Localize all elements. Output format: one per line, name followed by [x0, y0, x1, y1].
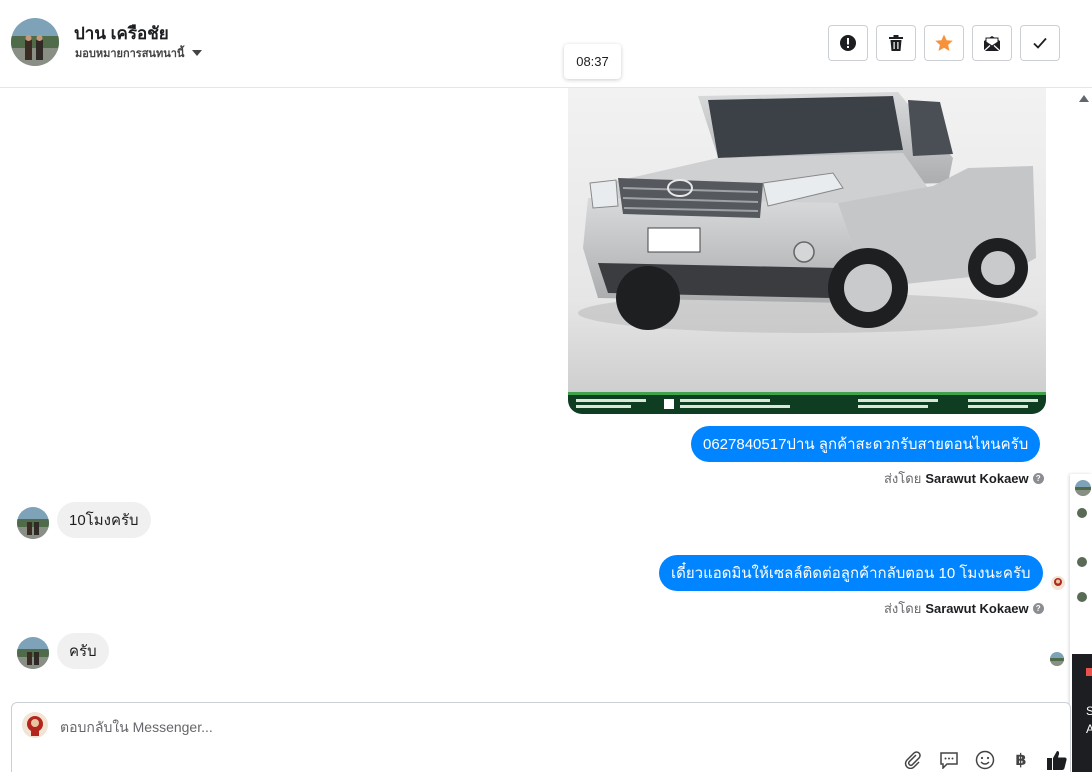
sender-name: Sarawut Kokaew — [925, 601, 1029, 616]
baht-icon: ฿ — [1015, 752, 1027, 769]
conversation-header: ปาน เครือชัย มอบหมายการสนทนานี้ — [0, 0, 1092, 88]
payment-button[interactable]: ฿ — [1010, 749, 1032, 771]
envelope-icon — [983, 36, 1001, 52]
side-panel-avatar[interactable] — [1075, 480, 1091, 496]
chat-bubble-icon — [940, 752, 958, 769]
contact-avatar-small[interactable] — [17, 507, 49, 539]
message-bubble-outgoing[interactable]: เดี๋ยวแอดมินให้เซลล์ติดต่อลูกค้ากลับตอน … — [659, 555, 1043, 591]
message-bubble-incoming[interactable]: 10โมงครับ — [57, 502, 151, 538]
sent-by-prefix: ส่งโดย — [884, 471, 922, 486]
message-thread[interactable]: 0627840517ปาน ลูกค้าสะดวกรับสายตอนไหนครั… — [0, 88, 1072, 700]
reply-composer: ฿ — [11, 702, 1071, 772]
side-panel-avatar[interactable] — [1077, 557, 1087, 567]
help-icon[interactable]: ? — [1032, 473, 1044, 484]
flag-icon — [1086, 668, 1092, 676]
thumbs-up-icon — [1047, 751, 1067, 770]
side-panel-text-1: S — [1086, 704, 1092, 718]
like-button[interactable] — [1046, 749, 1068, 771]
delete-button[interactable] — [876, 25, 916, 61]
paperclip-icon — [904, 751, 921, 769]
contact-avatar-small[interactable] — [17, 637, 49, 669]
side-panel-avatar[interactable] — [1077, 592, 1087, 602]
message-bubble-incoming[interactable]: ครับ — [57, 633, 109, 669]
side-panel-text-2: A — [1086, 722, 1092, 736]
composer-tools: ฿ — [902, 749, 1068, 771]
car-photo-attachment[interactable] — [568, 88, 1046, 414]
side-panel-dark-card[interactable]: S A — [1072, 654, 1092, 772]
check-icon — [1033, 37, 1047, 49]
conversation-toolbar — [828, 25, 1060, 61]
page-avatar — [22, 712, 48, 738]
star-button[interactable] — [924, 25, 964, 61]
saved-replies-button[interactable] — [938, 749, 960, 771]
contact-avatar[interactable] — [11, 18, 59, 66]
timestamp-tooltip: 08:37 — [564, 44, 621, 79]
caret-down-icon — [192, 50, 203, 56]
trash-icon — [889, 35, 903, 51]
emoji-button[interactable] — [974, 749, 996, 771]
star-icon — [935, 34, 953, 51]
assign-label: มอบหมายการสนทนานี้ — [75, 48, 185, 60]
reply-input[interactable] — [60, 717, 760, 737]
assign-conversation-dropdown[interactable]: มอบหมายการสนทนานี้ — [75, 44, 203, 62]
sent-by-prefix: ส่งโดย — [884, 601, 922, 616]
sent-by-label: ส่งโดย Sarawut Kokaew ? — [884, 468, 1044, 489]
sent-by-label: ส่งโดย Sarawut Kokaew ? — [884, 598, 1044, 619]
messenger-inbox: ปาน เครือชัย มอบหมายการสนทนานี้ 08:37 06… — [0, 0, 1092, 772]
sender-name: Sarawut Kokaew — [925, 471, 1029, 486]
admin-seen-avatar — [1051, 576, 1065, 590]
side-panel-avatar[interactable] — [1077, 508, 1087, 518]
contact-name: ปาน เครือชัย — [74, 24, 169, 43]
message-bubble-outgoing[interactable]: 0627840517ปาน ลูกค้าสะดวกรับสายตอนไหนครั… — [691, 426, 1041, 462]
contact-seen-avatar — [1050, 652, 1064, 666]
mark-unread-button[interactable] — [972, 25, 1012, 61]
scroll-up-arrow[interactable] — [1079, 95, 1089, 102]
help-icon[interactable]: ? — [1032, 603, 1044, 614]
mark-done-button[interactable] — [1020, 25, 1060, 61]
alert-icon — [840, 35, 856, 51]
attach-button[interactable] — [902, 749, 924, 771]
emoji-icon — [975, 750, 995, 770]
mark-spam-button[interactable] — [828, 25, 868, 61]
